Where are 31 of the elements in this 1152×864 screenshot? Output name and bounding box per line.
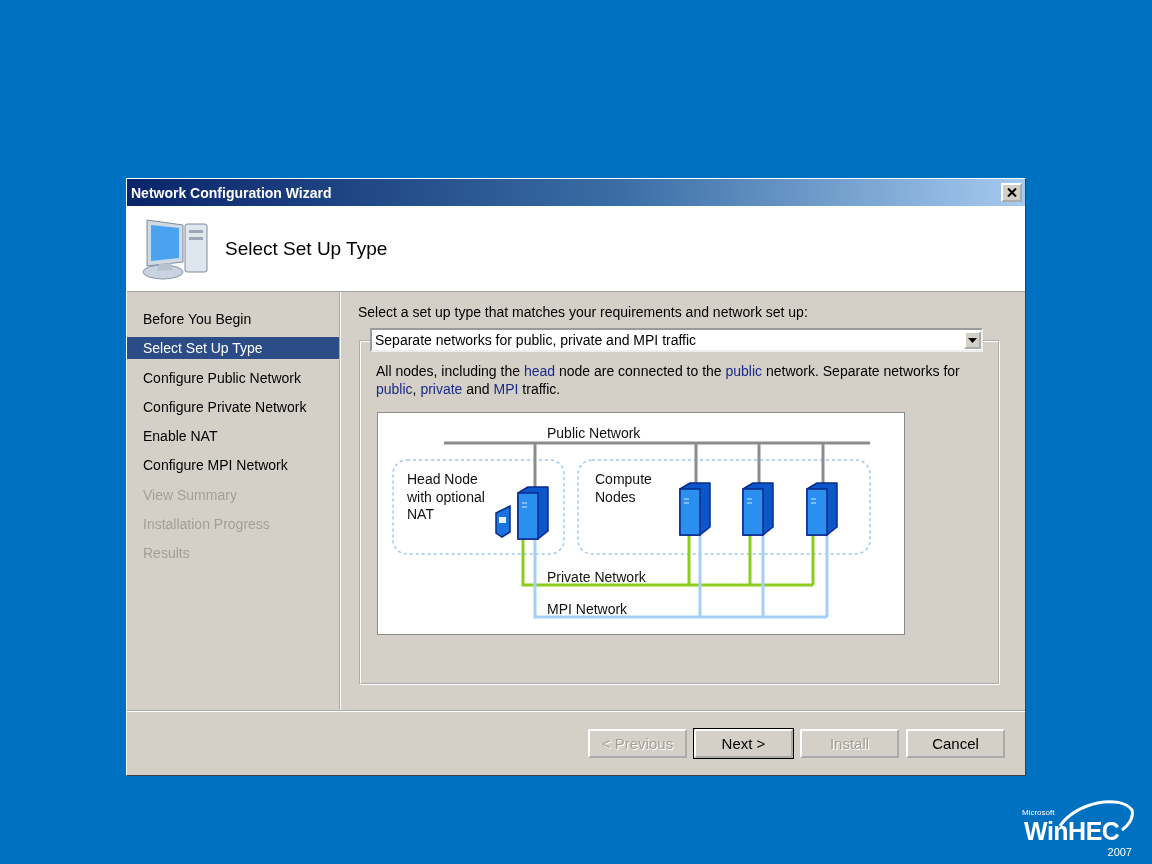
diagram-label: Head Node	[407, 471, 478, 487]
close-button[interactable]	[1001, 183, 1022, 202]
instruction-text: Select a set up type that matches your requirements and network set up:	[358, 304, 809, 322]
step-item[interactable]: Configure MPI Network	[127, 454, 339, 477]
wizard-button[interactable]: Next >	[694, 729, 793, 758]
logo-year: 2007	[1107, 846, 1132, 858]
dropdown-arrow-icon	[968, 337, 977, 343]
diagram-label: Private Network	[547, 569, 646, 585]
description-text: All nodes, including the head node are connected to the public network. Separate networks for public, private and MPI traffic.	[376, 362, 961, 398]
window-title: Network Configuration Wizard	[131, 184, 332, 201]
step-item[interactable]: Select Set Up Type	[127, 337, 339, 360]
step-item[interactable]: Enable NAT	[127, 425, 339, 448]
logo-name: WinHEC	[1024, 819, 1120, 844]
diagram-label: Public Network	[547, 425, 641, 441]
server-icon	[806, 482, 838, 536]
diagram-label: with optional	[407, 488, 485, 505]
setup-type-dropdown[interactable]: Separate networks for public, private and MPI traffic	[370, 328, 983, 352]
server-with-drive-icon	[495, 486, 549, 540]
server-icon	[742, 482, 774, 536]
step-item[interactable]: Configure Public Network	[127, 366, 339, 389]
page-heading: Select Set Up Type	[225, 237, 388, 260]
close-icon	[1006, 188, 1017, 197]
diagram-label: Compute	[595, 471, 652, 487]
logo-brand: Microsoft	[1022, 808, 1055, 817]
server-icon	[679, 482, 711, 536]
step-item[interactable]: Before You Begin	[127, 308, 339, 330]
wizard-button[interactable]: Cancel	[906, 729, 1005, 758]
diagram-label: NAT	[407, 506, 434, 522]
diagram-label: Nodes	[595, 488, 636, 505]
step-item[interactable]: Configure Private Network	[127, 395, 339, 418]
diagram-label: MPI Network	[547, 601, 628, 617]
